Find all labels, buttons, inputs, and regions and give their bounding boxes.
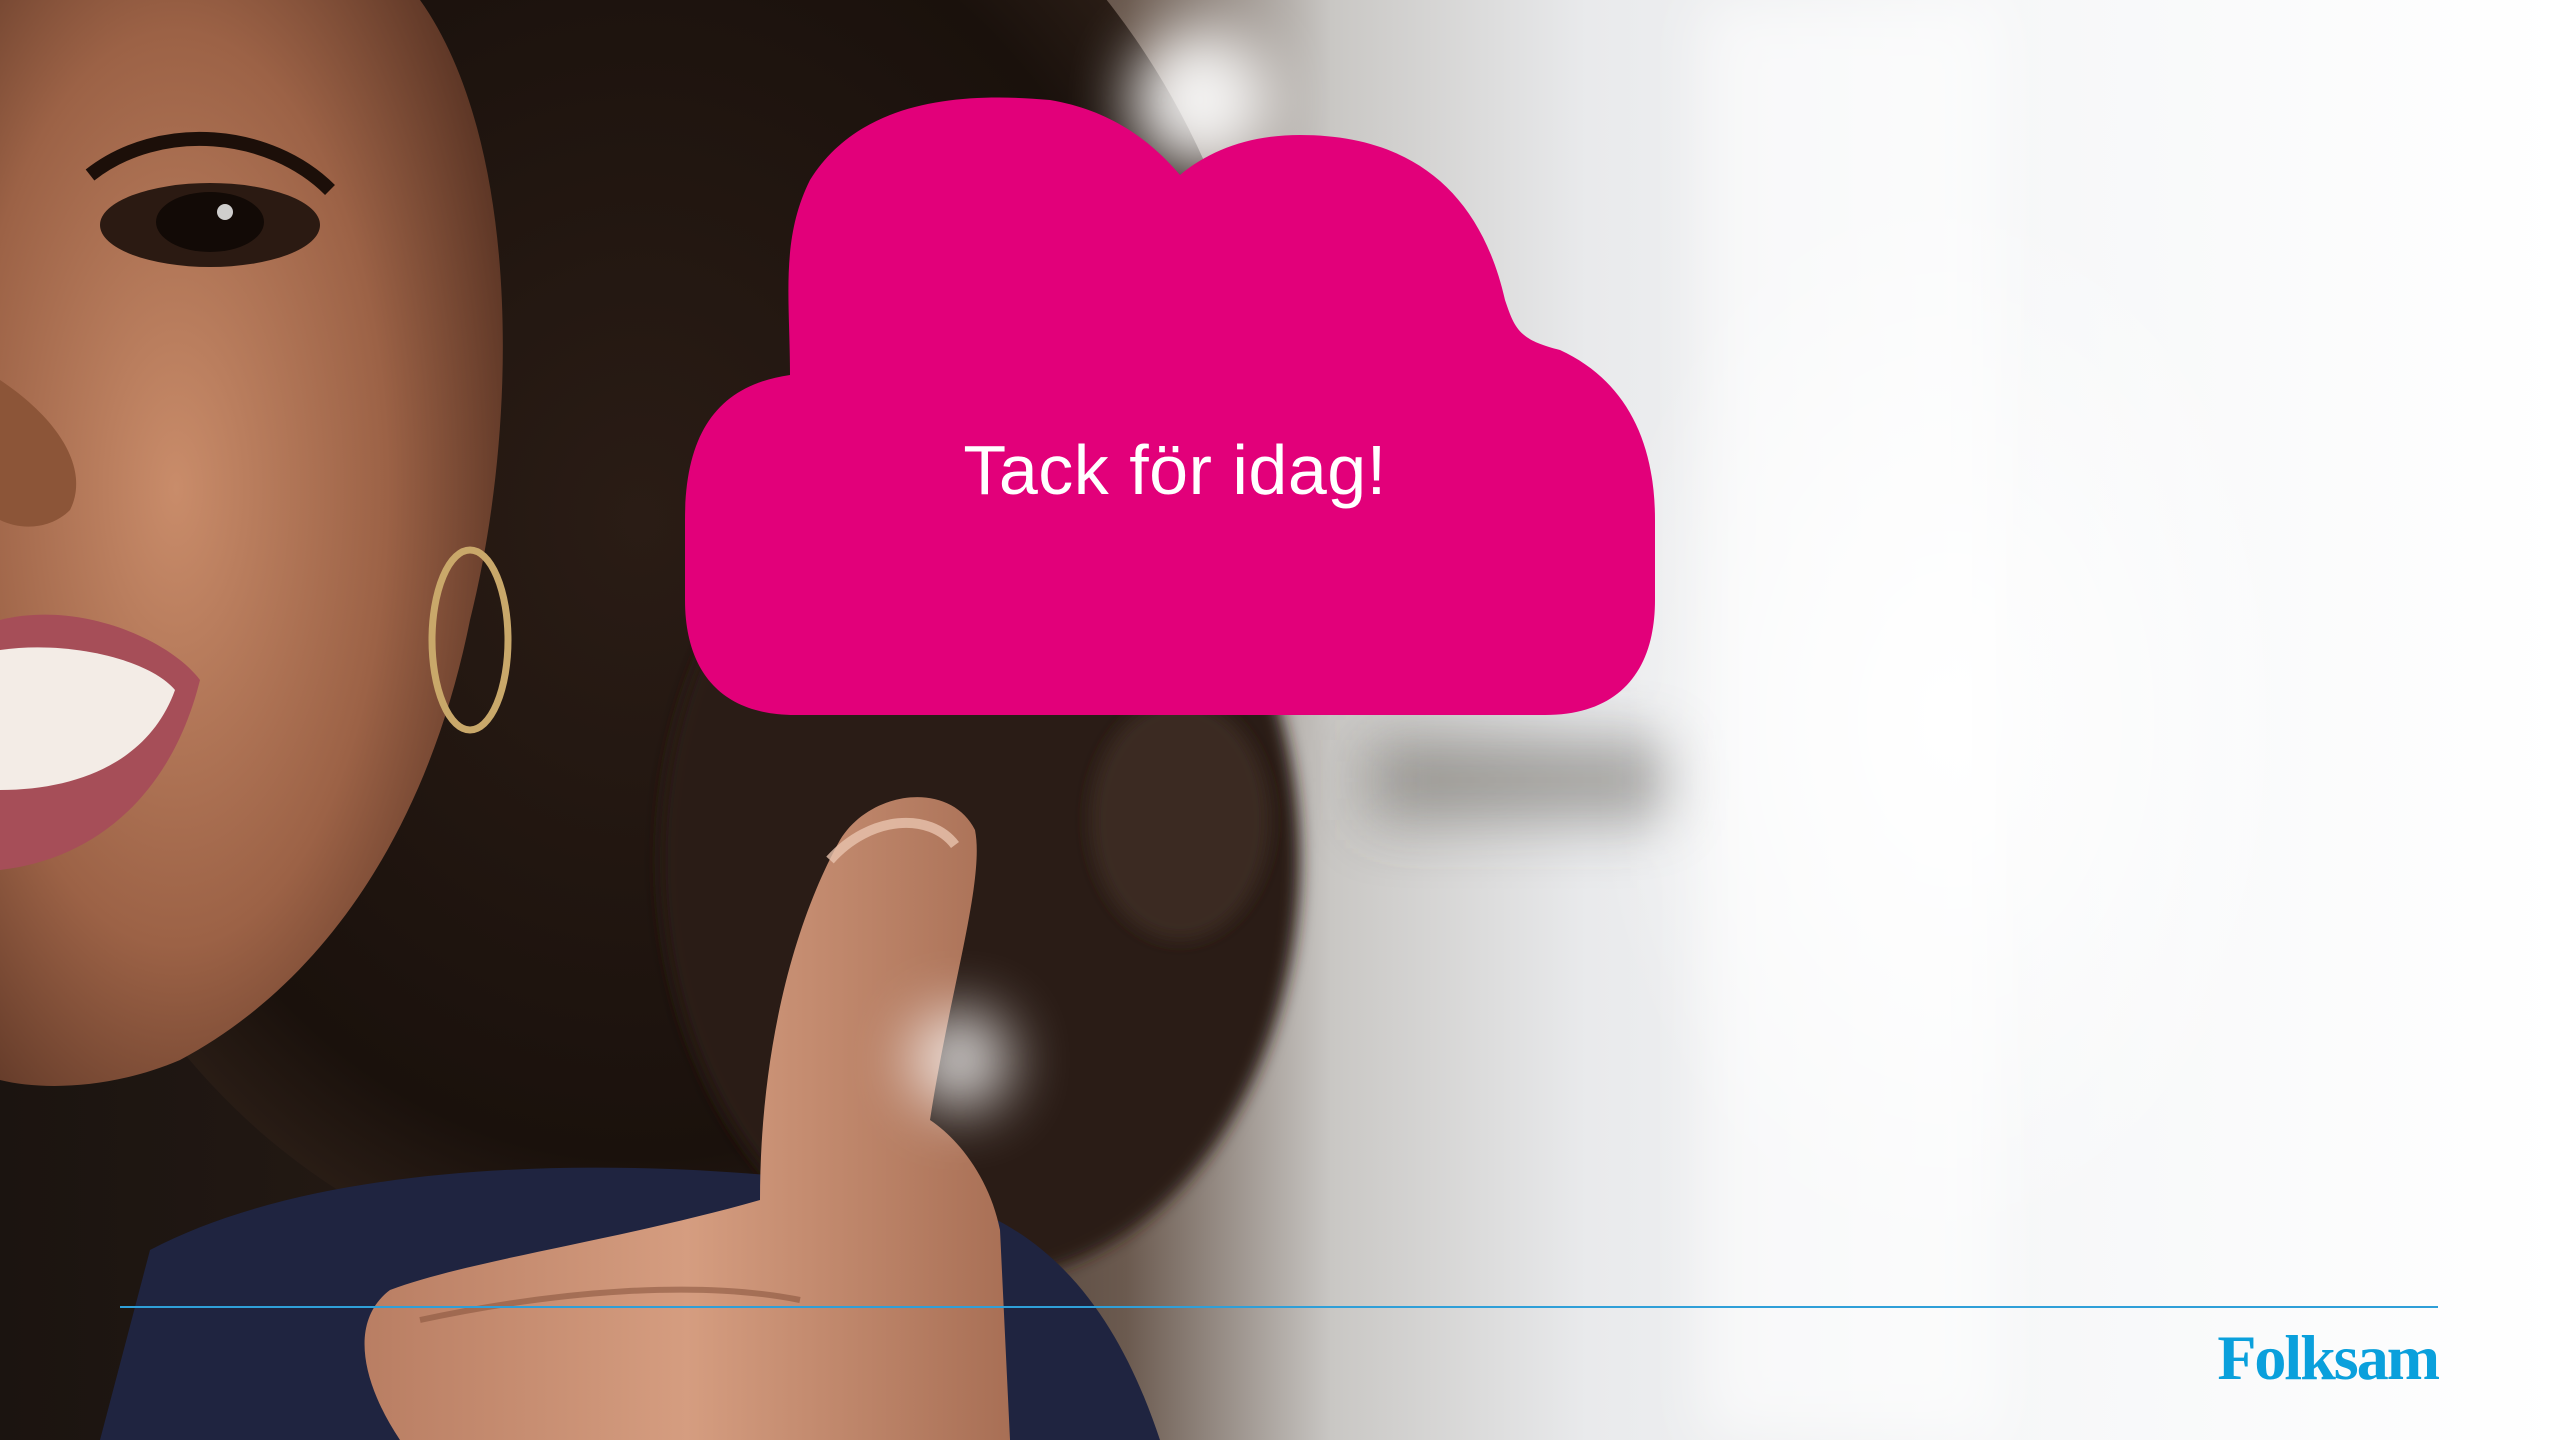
folksam-logo: Folksam <box>2217 1322 2440 1393</box>
slide: Tack för idag! Folksam <box>0 0 2560 1440</box>
slide-message: Tack för idag! <box>963 431 1387 509</box>
footer-divider <box>120 1306 2438 1308</box>
background-photo <box>0 0 2000 1440</box>
